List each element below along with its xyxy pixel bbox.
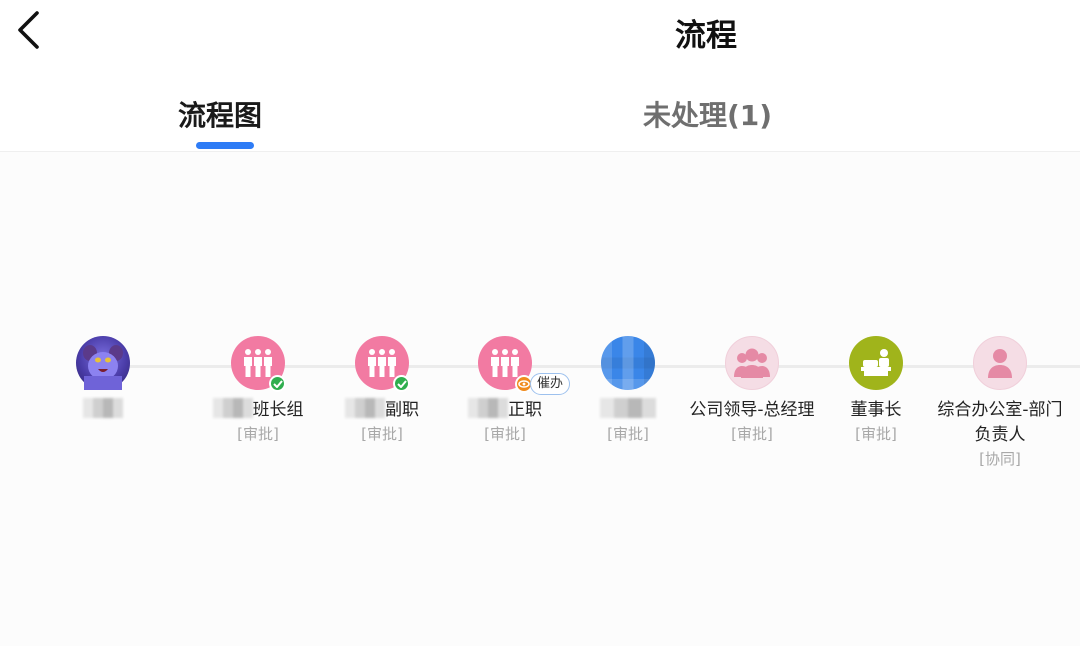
group-icon [244, 349, 272, 377]
redacted-name [345, 398, 385, 418]
node-type: [审批] [731, 425, 773, 443]
user-avatar[interactable] [601, 336, 655, 390]
page-title-text: 流程 [675, 18, 737, 54]
approved-check-icon [269, 375, 286, 392]
redacted-name [212, 398, 253, 418]
node-name-text: 副职 [385, 400, 419, 420]
flow-node: 副职 [审批] [312, 336, 452, 445]
flow-node [33, 336, 173, 423]
group-avatar[interactable] [355, 336, 410, 392]
node-type: [审批] [361, 425, 403, 443]
flow-node: [审批] [558, 336, 698, 445]
flow-node: 班长组 [审批] [188, 336, 328, 445]
tab-pending[interactable]: 未处理(1) [643, 94, 772, 134]
node-type: [审批] [855, 425, 897, 443]
node-type: [审批] [484, 425, 526, 443]
node-name: 公司领导-总经理 [689, 400, 815, 420]
node-name [33, 398, 173, 423]
group-icon [368, 349, 396, 377]
active-tab-indicator [196, 142, 254, 149]
user-avatar[interactable] [76, 336, 130, 390]
node-type: [协同] [979, 450, 1021, 468]
group-icon [491, 349, 519, 377]
node-type: [审批] [607, 425, 649, 443]
node-name [558, 398, 698, 423]
chairman-avatar[interactable] [849, 336, 903, 390]
node-name: 班长组 [188, 398, 328, 423]
group-icon [734, 348, 770, 378]
tab-flow-chart[interactable]: 流程图 [178, 94, 262, 134]
user-photo-icon [601, 336, 655, 390]
flow-node: 董事长 [审批] [806, 336, 946, 445]
group-avatar[interactable] [725, 336, 779, 390]
redacted-name [468, 398, 508, 418]
person-icon [988, 349, 1012, 378]
node-name: 正职 [435, 398, 575, 423]
person-avatar[interactable] [973, 336, 1027, 390]
node-name: 综合办公室-部门负责人 [937, 400, 1063, 445]
chairman-icon [861, 349, 891, 376]
node-name: 董事长 [850, 400, 902, 420]
node-name-text: 班长组 [252, 400, 304, 420]
redacted-name [600, 398, 656, 418]
flow-node: 综合办公室-部门负责人 [协同] [930, 336, 1070, 470]
top-bar: 流程 流程图 未处理(1) [0, 0, 1080, 152]
user-photo-icon [83, 345, 123, 390]
approved-check-icon [393, 375, 410, 392]
node-name: 副职 [312, 398, 452, 423]
group-avatar[interactable] [231, 336, 286, 392]
node-type: [审批] [237, 425, 279, 443]
redacted-name [83, 398, 123, 418]
flow-node: 公司领导-总经理 [审批] [682, 336, 822, 445]
node-name-text: 正职 [508, 400, 542, 420]
group-avatar[interactable] [478, 336, 533, 393]
page-title: 流程 [0, 10, 1080, 55]
